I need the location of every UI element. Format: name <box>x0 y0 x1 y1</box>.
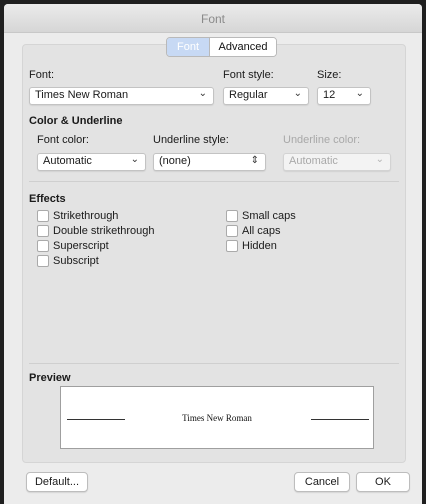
cancel-button[interactable]: Cancel <box>294 472 350 492</box>
font-label: Font: <box>29 69 55 81</box>
divider <box>29 181 399 182</box>
preview-box: Times New Roman <box>60 386 374 449</box>
tab-bar: Font Advanced <box>166 37 277 57</box>
underline-style-select[interactable]: (none) ⇕ <box>153 153 266 171</box>
hidden-checkbox[interactable]: Hidden <box>226 239 277 252</box>
checkbox-label: Double strikethrough <box>53 224 155 237</box>
ok-button[interactable]: OK <box>356 472 410 492</box>
font-style-label: Font style: <box>223 69 274 81</box>
double-strikethrough-checkbox[interactable]: Double strikethrough <box>37 224 155 237</box>
chevron-down-icon: ⌄ <box>293 88 302 99</box>
preview-heading: Preview <box>29 372 71 384</box>
size-label: Size: <box>317 69 342 81</box>
checkbox-label: Superscript <box>53 239 109 252</box>
checkbox-label: Hidden <box>242 239 277 252</box>
small-caps-checkbox[interactable]: Small caps <box>226 209 296 222</box>
font-color-label: Font color: <box>37 134 89 146</box>
default-button[interactable]: Default... <box>26 472 88 492</box>
underline-color-value: Automatic <box>289 155 338 167</box>
all-caps-checkbox[interactable]: All caps <box>226 224 281 237</box>
font-style-value: Regular <box>229 89 268 101</box>
preview-line-right <box>311 419 369 420</box>
superscript-checkbox[interactable]: Superscript <box>37 239 109 252</box>
chevron-down-icon: ⌄ <box>355 88 364 99</box>
underline-style-label: Underline style: <box>153 134 229 146</box>
font-color-select[interactable]: Automatic ⌄ <box>37 153 146 171</box>
chevron-down-icon: ⌄ <box>198 88 207 99</box>
font-select[interactable]: Times New Roman ⌄ <box>29 87 214 105</box>
divider <box>29 363 399 364</box>
checkbox-box[interactable] <box>226 209 238 222</box>
checkbox-box[interactable] <box>37 254 49 267</box>
font-dialog-window: Font Font: Font style: Size: Times New R… <box>4 4 422 504</box>
font-style-select[interactable]: Regular ⌄ <box>223 87 309 105</box>
strikethrough-checkbox[interactable]: Strikethrough <box>37 209 118 222</box>
checkbox-box[interactable] <box>37 239 49 252</box>
effects-heading: Effects <box>29 193 66 205</box>
title-bar[interactable]: Font <box>4 4 422 33</box>
checkbox-box[interactable] <box>226 224 238 237</box>
preview-sample-text: Times New Roman <box>182 413 252 423</box>
underline-style-value: (none) <box>159 155 191 167</box>
chevron-down-icon: ⌄ <box>375 154 384 165</box>
tab-advanced[interactable]: Advanced <box>209 38 276 56</box>
font-select-value: Times New Roman <box>35 89 129 101</box>
up-down-chevron-icon: ⇕ <box>250 155 259 166</box>
color-underline-heading: Color & Underline <box>29 115 123 127</box>
underline-color-label: Underline color: <box>283 134 361 146</box>
checkbox-label: Subscript <box>53 254 99 267</box>
checkbox-label: Strikethrough <box>53 209 119 222</box>
font-color-value: Automatic <box>43 155 92 167</box>
checkbox-box[interactable] <box>37 209 49 222</box>
checkbox-label: All caps <box>242 224 281 237</box>
underline-color-select: Automatic ⌄ <box>283 153 391 171</box>
checkbox-box[interactable] <box>37 224 49 237</box>
checkbox-box[interactable] <box>226 239 238 252</box>
window-title: Font <box>200 12 225 26</box>
subscript-checkbox[interactable]: Subscript <box>37 254 99 267</box>
checkbox-label: Small caps <box>242 209 296 222</box>
tab-font[interactable]: Font <box>167 38 209 56</box>
size-select[interactable]: 12 ⌄ <box>317 87 371 105</box>
size-value: 12 <box>323 89 336 101</box>
chevron-down-icon: ⌄ <box>130 154 139 165</box>
